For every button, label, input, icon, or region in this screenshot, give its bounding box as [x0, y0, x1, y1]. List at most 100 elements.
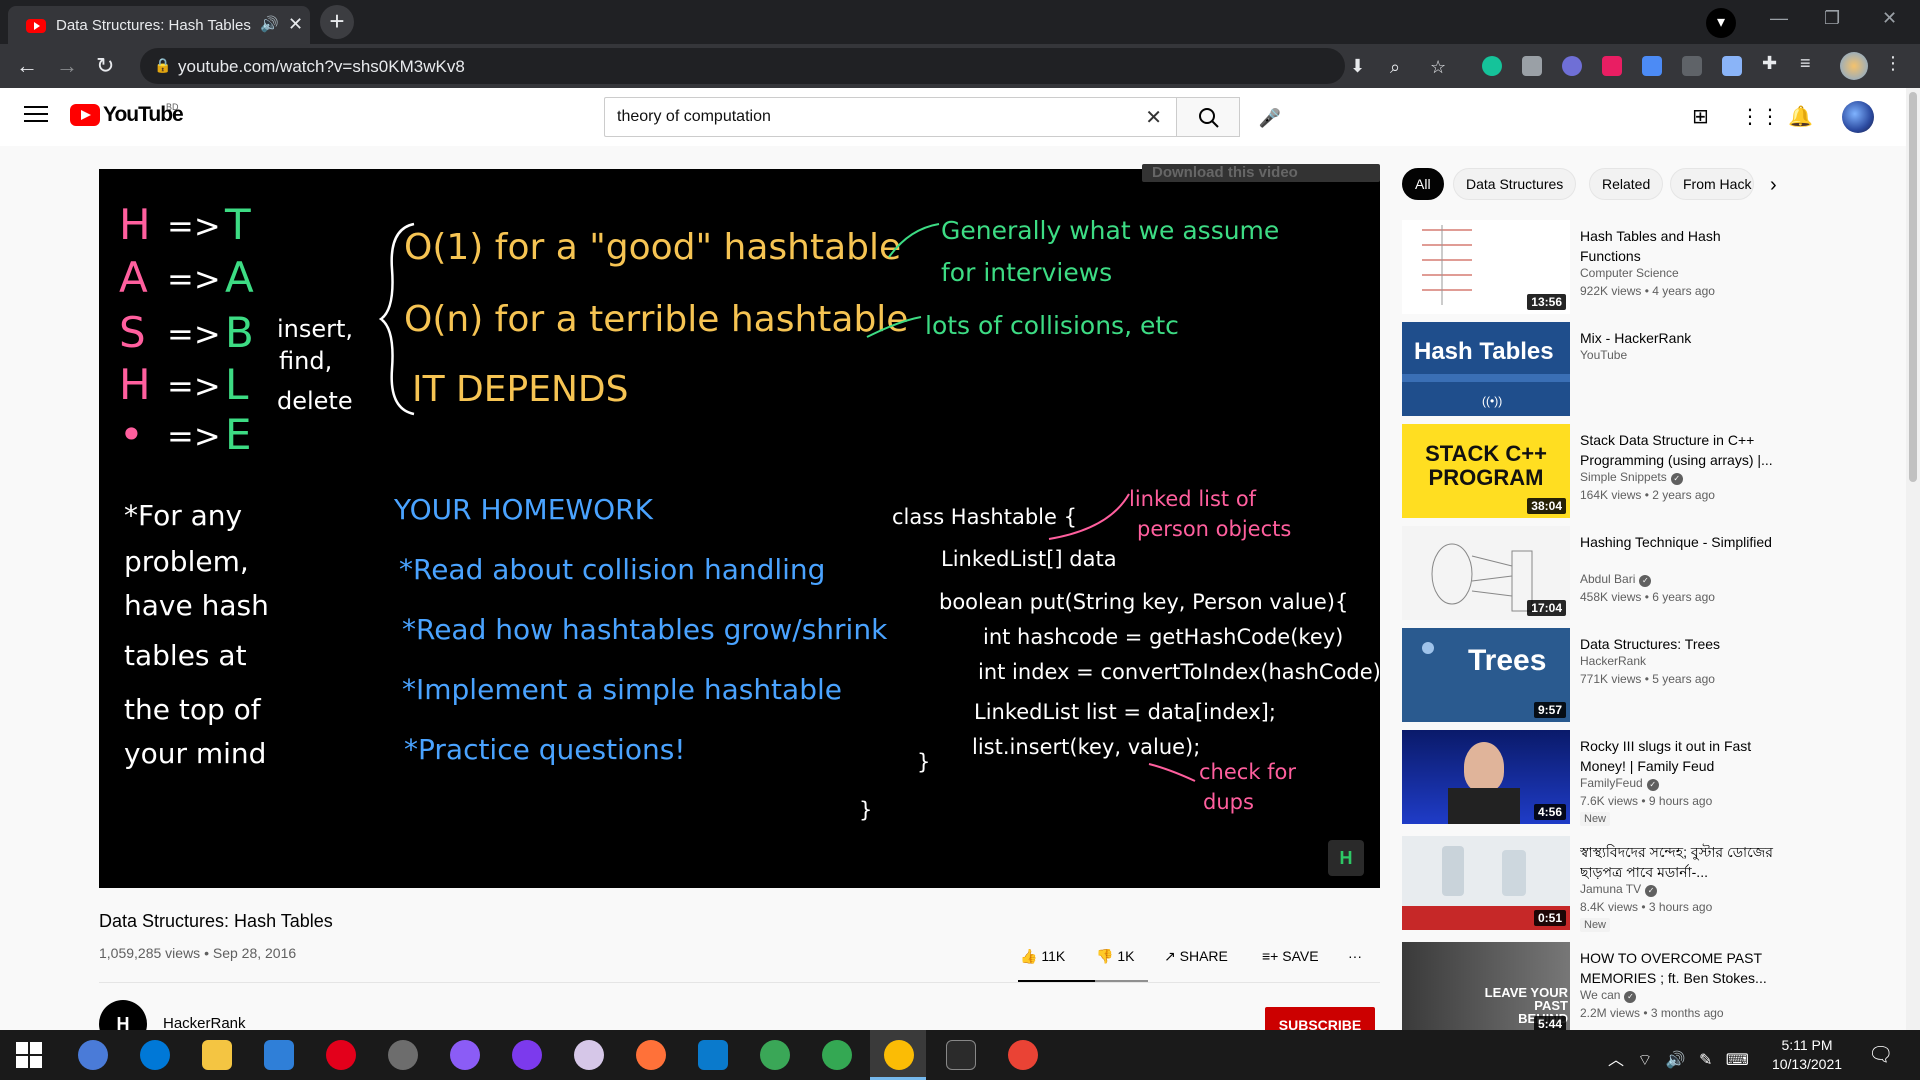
youtube-logo-icon[interactable] — [70, 104, 100, 126]
video-thumbnail[interactable]: 17:04 — [1402, 526, 1570, 620]
chrome-icon[interactable] — [822, 1040, 852, 1070]
recommendation-title[interactable]: HOW TO OVERCOME PAST MEMORIES ; ft. Ben … — [1580, 948, 1780, 988]
recommendation-item[interactable]: 13:56 Hash Tables and Hash Functions Com… — [1402, 220, 1902, 316]
app-icon[interactable] — [574, 1040, 604, 1070]
maximize-icon[interactable]: ❐ — [1824, 8, 1840, 29]
recommendation-channel[interactable]: We can ✓ — [1580, 988, 1637, 1003]
taskbar-clock[interactable]: 5:11 PM 10/13/2021 — [1757, 1036, 1857, 1074]
install-icon[interactable]: ⬇ — [1350, 56, 1365, 77]
pen-extension-icon[interactable] — [1722, 56, 1742, 76]
recommendation-channel[interactable]: FamilyFeud ✓ — [1580, 776, 1659, 791]
microphone-icon[interactable]: 🎤 — [1252, 100, 1288, 136]
search-input[interactable]: theory of computation ✕ — [604, 97, 1176, 137]
recommendation-channel[interactable]: YouTube — [1580, 348, 1627, 362]
chip-all[interactable]: All — [1402, 168, 1444, 200]
flag-extension-icon[interactable] — [1602, 56, 1622, 76]
chrome-active-icon[interactable] — [884, 1040, 914, 1070]
notifications-bell-icon[interactable]: 🔔 — [1788, 104, 1813, 129]
recommendation-title[interactable]: Rocky III slugs it out in Fast Money! | … — [1580, 736, 1780, 776]
address-bar[interactable]: 🔒 youtube.com/watch?v=shs0KM3wKv8 ⬇ ⌕ ☆ — [140, 48, 1446, 84]
recommendation-title[interactable]: Stack Data Structure in C++ Programming … — [1580, 430, 1780, 470]
download-video-overlay[interactable]: Download this video — [1142, 164, 1380, 182]
recommendation-title[interactable]: Mix - HackerRank — [1580, 328, 1780, 348]
dislike-button[interactable]: 👎 1K — [1096, 948, 1134, 965]
opera-icon[interactable] — [326, 1040, 356, 1070]
edge-icon[interactable] — [140, 1040, 170, 1070]
extension-icon[interactable] — [1562, 56, 1582, 76]
back-arrow-icon[interactable]: ← — [16, 53, 38, 79]
notification-center-icon[interactable]: 🗨 — [1868, 1042, 1893, 1067]
video-thumbnail[interactable]: 13:56 — [1402, 220, 1570, 314]
video-thumbnail[interactable]: 0:51 — [1402, 836, 1570, 930]
recommendation-channel[interactable]: Simple Snippets ✓ — [1580, 470, 1683, 485]
link-extension-icon[interactable] — [1682, 56, 1702, 76]
chip-from-hackerrank[interactable]: From Hack — [1670, 168, 1754, 200]
puzzle-icon[interactable]: ✚ — [1762, 53, 1777, 74]
speaker-icon[interactable]: 🔊 — [260, 15, 279, 33]
recommendation-title[interactable]: স্বাস্থ্যবিদদের সন্দেহ; বুস্টার ডোজের ছা… — [1580, 842, 1780, 882]
recommendation-item[interactable]: 4:56 Rocky III slugs it out in Fast Mone… — [1402, 730, 1902, 826]
app-icon[interactable] — [388, 1040, 418, 1070]
video-thumbnail[interactable]: 4:56 — [1402, 730, 1570, 824]
profile-avatar[interactable] — [1840, 52, 1868, 80]
github-icon[interactable] — [512, 1040, 542, 1070]
reload-icon[interactable]: ↻ — [96, 53, 114, 79]
system-tray[interactable]: ︿ ⌔ 🔊 ✎ ⌨ — [1608, 1046, 1749, 1070]
video-thumbnail[interactable]: LEAVE YOUR PAST BEHIND 5:44 — [1402, 942, 1570, 1036]
windows-start-icon[interactable] — [16, 1042, 42, 1068]
zoom-icon[interactable]: ⌕ — [1390, 57, 1400, 78]
close-tab-icon[interactable]: ✕ — [288, 14, 303, 35]
recommendation-item[interactable]: Hash Tables ((•)) Mix - HackerRank YouTu… — [1402, 322, 1902, 418]
recommendation-title[interactable]: Hash Tables and Hash Functions — [1580, 226, 1780, 266]
terminal-icon[interactable] — [946, 1040, 976, 1070]
chrome-menu-icon[interactable]: ⋮ — [1884, 53, 1902, 74]
recommendation-channel[interactable]: Computer Science — [1580, 266, 1679, 280]
media-queue-icon[interactable]: ≡ — [1800, 53, 1811, 74]
video-thumbnail[interactable]: Hash Tables ((•)) — [1402, 322, 1570, 416]
camera-extension-icon[interactable] — [1522, 56, 1542, 76]
recommendation-title[interactable]: Hashing Technique - Simplified — [1580, 532, 1780, 552]
new-tab-button[interactable]: + — [320, 5, 354, 39]
share-button[interactable]: ↗ SHARE — [1164, 948, 1228, 965]
recommendation-item[interactable]: STACK C++ PROGRAM 38:04 Stack Data Struc… — [1402, 424, 1902, 520]
bookmark-star-icon[interactable]: ☆ — [1430, 57, 1446, 78]
app-icon[interactable] — [760, 1040, 790, 1070]
page-scrollbar-thumb[interactable] — [1909, 92, 1917, 482]
create-video-icon[interactable]: ⊞ — [1692, 104, 1709, 129]
chip-related[interactable]: Related — [1589, 168, 1664, 200]
chip-data-structures[interactable]: Data Structures — [1453, 168, 1577, 200]
recommendation-channel[interactable]: Jamuna TV ✓ — [1580, 882, 1658, 897]
file-explorer-icon[interactable] — [202, 1040, 232, 1070]
hamburger-menu-icon[interactable] — [24, 106, 48, 124]
vscode-icon[interactable] — [698, 1040, 728, 1070]
forward-arrow-icon[interactable]: → — [56, 53, 78, 79]
save-button[interactable]: ≡+ SAVE — [1262, 948, 1319, 964]
recommendation-item[interactable]: Trees 9:57 Data Structures: Trees Hacker… — [1402, 628, 1902, 724]
tab-search-icon[interactable]: ▾ — [1706, 8, 1736, 38]
more-actions-icon[interactable]: ··· — [1348, 948, 1362, 964]
recommendation-item[interactable]: 0:51 স্বাস্থ্যবিদদের সন্দেহ; বুস্টার ডোজ… — [1402, 836, 1902, 932]
recommendation-channel[interactable]: HackerRank — [1580, 654, 1646, 668]
search-button[interactable] — [1176, 97, 1240, 137]
user-avatar[interactable] — [1842, 101, 1874, 133]
recommendation-item[interactable]: 17:04 Hashing Technique - Simplified Abd… — [1402, 526, 1902, 622]
chrome-profile-icon[interactable] — [1008, 1040, 1038, 1070]
firefox-icon[interactable] — [636, 1040, 666, 1070]
recommendation-channel[interactable]: Abdul Bari ✓ — [1580, 572, 1652, 587]
apps-grid-icon[interactable]: ⋮⋮ — [1740, 104, 1780, 129]
close-window-icon[interactable]: ✕ — [1882, 8, 1897, 29]
browser-tab[interactable]: Data Structures: Hash Tables 🔊 ✕ — [8, 6, 310, 44]
minimize-icon[interactable]: — — [1770, 8, 1788, 29]
mail-icon[interactable] — [264, 1040, 294, 1070]
download-extension-icon[interactable] — [1642, 56, 1662, 76]
chevron-right-icon[interactable]: › — [1770, 174, 1777, 197]
grammarly-extension-icon[interactable] — [1482, 56, 1502, 76]
like-button[interactable]: 👍 11K — [1020, 948, 1065, 965]
clear-search-icon[interactable]: ✕ — [1145, 105, 1162, 130]
video-player[interactable]: H => T A => A S => B H => L • => E insert, find, delet… — [99, 169, 1380, 888]
messenger-icon[interactable] — [450, 1040, 480, 1070]
video-thumbnail[interactable]: Trees 9:57 — [1402, 628, 1570, 722]
lock-icon[interactable]: 🔒 — [154, 57, 171, 74]
recommendation-item[interactable]: LEAVE YOUR PAST BEHIND 5:44 HOW TO OVERC… — [1402, 942, 1902, 1038]
video-thumbnail[interactable]: STACK C++ PROGRAM 38:04 — [1402, 424, 1570, 518]
